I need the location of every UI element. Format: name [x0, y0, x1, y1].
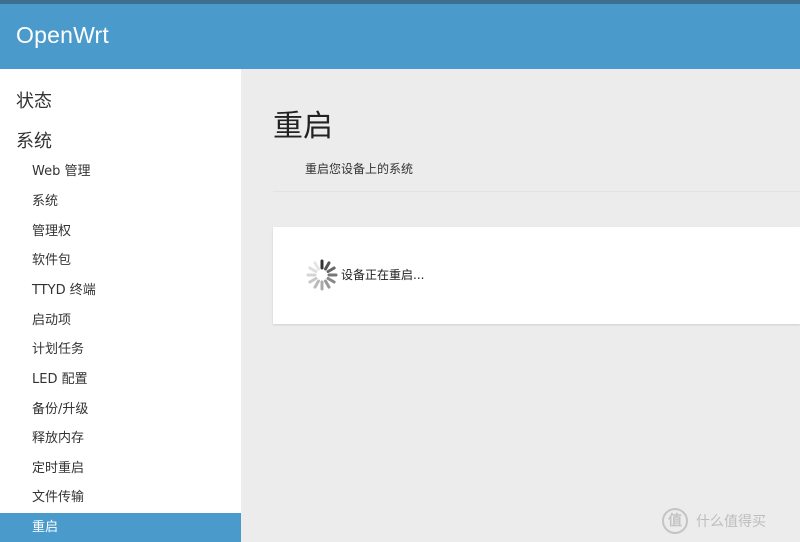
reboot-status-text: 设备正在重启... [341, 268, 425, 282]
reboot-status-card: 设备正在重启... [273, 227, 800, 324]
sidebar-item-software[interactable]: 软件包 [0, 246, 241, 276]
loading-spinner-icon [306, 259, 338, 291]
sidebar-item-ttyd-terminal[interactable]: TTYD 终端 [0, 276, 241, 306]
main-content: 重启 重启您设备上的系统 设备正在重启... [241, 69, 800, 542]
page-title: 重启 [273, 109, 333, 144]
sidebar-category-status[interactable]: 状态 [16, 87, 52, 113]
watermark-text: 什么值得买 [696, 514, 766, 530]
app-header: OpenWrt [0, 4, 800, 69]
sidebar-item-web-admin[interactable]: Web 管理 [0, 157, 241, 187]
watermark-logo-icon: 值 [662, 508, 688, 534]
sidebar-item-file-transfer[interactable]: 文件传输 [0, 483, 241, 513]
divider [273, 191, 800, 192]
sidebar-item-scheduled-tasks[interactable]: 计划任务 [0, 335, 241, 365]
sidebar-item-led-config[interactable]: LED 配置 [0, 365, 241, 395]
sidebar-item-backup-upgrade[interactable]: 备份/升级 [0, 395, 241, 425]
watermark: 值 什么值得买 [662, 508, 798, 536]
sidebar-item-administration[interactable]: 管理权 [0, 217, 241, 247]
sidebar-item-system[interactable]: 系统 [0, 187, 241, 217]
brand-logo[interactable]: OpenWrt [16, 22, 109, 49]
sidebar-category-system[interactable]: 系统 [16, 127, 52, 153]
sidebar-item-scheduled-reboot[interactable]: 定时重启 [0, 454, 241, 484]
page-description: 重启您设备上的系统 [305, 162, 414, 176]
sidebar-item-free-memory[interactable]: 释放内存 [0, 424, 241, 454]
sidebar: 状态 系统 Web 管理 系统 管理权 软件包 TTYD 终端 启动项 计划任务… [0, 69, 241, 542]
sidebar-item-startup[interactable]: 启动项 [0, 306, 241, 336]
sidebar-item-reboot[interactable]: 重启 [0, 513, 241, 542]
